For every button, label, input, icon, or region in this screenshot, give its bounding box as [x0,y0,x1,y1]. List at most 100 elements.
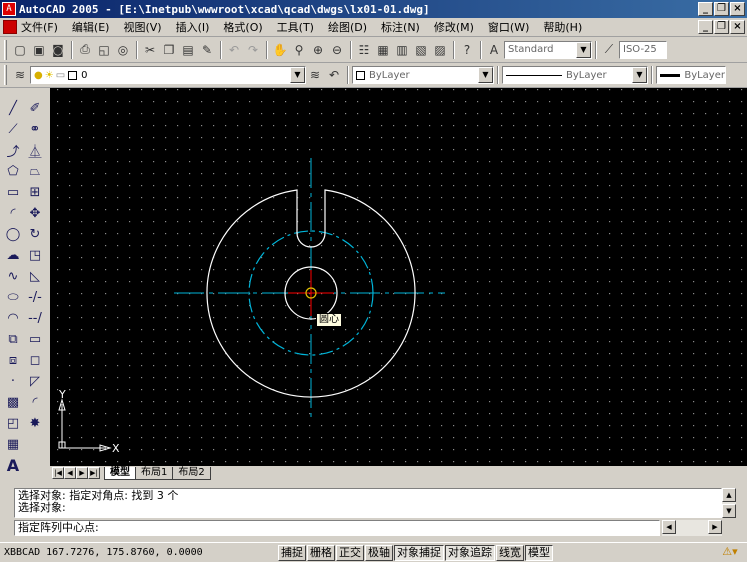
drawing-canvas[interactable]: Y X 圆心 [50,88,747,466]
extend-icon[interactable]: --/ [25,308,45,328]
layer-manager-icon[interactable]: ≋ [11,66,29,84]
lock-icon[interactable]: ▭ [56,70,65,81]
tab-model[interactable]: 模型 [104,466,136,480]
tab-layout2[interactable]: 布局2 [172,466,211,480]
fillet-icon[interactable]: ◜ [25,392,45,412]
model-toggle[interactable]: 模型 [525,544,553,561]
menu-window[interactable]: 窗口(W) [488,19,529,35]
help-icon[interactable]: ? [458,41,476,59]
menu-file[interactable]: 文件(F) [21,19,58,35]
copy-icon[interactable]: ❐ [160,41,178,59]
stretch-icon[interactable]: ◺ [25,266,45,286]
restore-button[interactable]: ❐ [714,2,729,16]
menu-dimension[interactable]: 标注(N) [381,19,420,35]
snap-toggle[interactable]: 捕捉 [278,544,306,561]
doc-minimize-button[interactable]: _ [698,20,713,34]
polygon-icon[interactable]: ⬠ [3,161,23,181]
copy-object-icon[interactable]: ⚭ [25,119,45,139]
multiline-text-icon[interactable]: A [3,455,23,475]
make-block-icon[interactable]: ⧈ [3,350,23,370]
ellipse-icon[interactable]: ⬭ [3,287,23,307]
properties-icon[interactable]: ☷ [355,41,373,59]
rotate-icon[interactable]: ↻ [25,224,45,244]
scroll-left-icon[interactable]: ◀ [662,520,676,534]
cut-icon[interactable]: ✂ [141,41,159,59]
spline-icon[interactable]: ∿ [3,266,23,286]
layer-previous-icon[interactable]: ↶ [325,66,343,84]
scroll-right-icon[interactable]: ▶ [708,520,722,534]
pan-icon[interactable]: ✋ [271,41,289,59]
dim-style-icon[interactable]: ⟋ [600,41,618,59]
polar-toggle[interactable]: 极轴 [365,544,393,561]
chamfer-icon[interactable]: ◸ [25,371,45,391]
print-icon[interactable]: ⎙ [76,41,94,59]
preview-icon[interactable]: ◱ [95,41,113,59]
scroll-down-icon[interactable]: ▼ [722,504,736,518]
ellipse-arc-icon[interactable]: ◠ [3,308,23,328]
revision-cloud-icon[interactable]: ☁ [3,245,23,265]
redo-icon[interactable]: ↷ [244,41,262,59]
region-icon[interactable]: ◰ [3,413,23,433]
menu-modify[interactable]: 修改(M) [434,19,474,35]
grid-toggle[interactable]: 栅格 [307,544,335,561]
warning-icon[interactable]: ⚠▾ [721,545,739,561]
matchprop-icon[interactable]: ✎ [198,41,216,59]
last-tab-icon[interactable]: ▶| [88,467,100,479]
color-select[interactable]: ByLayer ▼ [352,66,494,84]
zoom-window-icon[interactable]: ⊕ [309,41,327,59]
table-icon[interactable]: ▦ [3,434,23,454]
publish-icon[interactable]: ◎ [114,41,132,59]
mirror-icon[interactable]: ⏅ [25,140,45,160]
document-icon[interactable] [3,20,17,34]
otrack-toggle[interactable]: 对象追踪 [445,544,495,561]
array-icon[interactable]: ⊞ [25,182,45,202]
design-center-icon[interactable]: ▦ [374,41,392,59]
command-hscrollbar[interactable]: ◀ ▶ [662,520,722,536]
tab-layout1[interactable]: 布局1 [135,466,174,480]
hatch-icon[interactable]: ▩ [3,392,23,412]
break-at-point-icon[interactable]: ▭ [25,329,45,349]
arc-icon[interactable]: ◜ [3,203,23,223]
zoom-realtime-icon[interactable]: ⚲ [290,41,308,59]
tool-palettes-icon[interactable]: ▥ [393,41,411,59]
erase-icon[interactable]: ✐ [25,98,45,118]
move-icon[interactable]: ✥ [25,203,45,223]
menu-insert[interactable]: 插入(I) [176,19,210,35]
circle-icon[interactable]: ◯ [3,224,23,244]
doc-restore-button[interactable]: ❐ [714,20,729,34]
break-icon[interactable]: ◻ [25,350,45,370]
lineweight-toggle[interactable]: 线宽 [496,544,524,561]
explode-icon[interactable]: ✸ [25,413,45,433]
sun-icon[interactable]: ☀ [45,70,54,81]
open-icon[interactable]: ▣ [30,41,48,59]
close-button[interactable]: × [730,2,745,16]
drawing-svg[interactable]: Y X [50,88,747,466]
autocad-app-icon[interactable]: A [2,2,16,16]
minimize-button[interactable]: _ [698,2,713,16]
command-vscrollbar[interactable]: ▲ ▼ [722,488,736,518]
menu-help[interactable]: 帮助(H) [543,19,582,35]
paste-icon[interactable]: ▤ [179,41,197,59]
prev-tab-icon[interactable]: ◀ [64,467,76,479]
line-icon[interactable]: ╱ [3,98,23,118]
trim-icon[interactable]: -/- [25,287,45,307]
menu-format[interactable]: 格式(O) [223,19,262,35]
insert-block-icon[interactable]: ⧉ [3,329,23,349]
menu-tools[interactable]: 工具(T) [277,19,314,35]
rectangle-icon[interactable]: ▭ [3,182,23,202]
construction-line-icon[interactable]: ⟋ [3,119,23,139]
text-style-select[interactable]: Standard ▼ [504,40,592,59]
new-icon[interactable]: ▢ [11,41,29,59]
offset-icon[interactable]: ⏢ [25,161,45,181]
dim-style-select[interactable]: ISO-25 [619,40,667,59]
lineweight-select[interactable]: ByLayer [656,66,726,84]
command-input[interactable]: 指定阵列中心点: [14,520,660,536]
menu-draw[interactable]: 绘图(D) [328,19,367,35]
layer-select[interactable]: ● ☀ ▭ 0 ▼ [30,66,306,84]
scale-icon[interactable]: ◳ [25,245,45,265]
menu-view[interactable]: 视图(V) [123,19,161,35]
osnap-toggle[interactable]: 对象捕捉 [394,544,444,561]
sheet-set-icon[interactable]: ▧ [412,41,430,59]
polyline-icon[interactable]: ⤴ [3,140,23,160]
ortho-toggle[interactable]: 正交 [336,544,364,561]
